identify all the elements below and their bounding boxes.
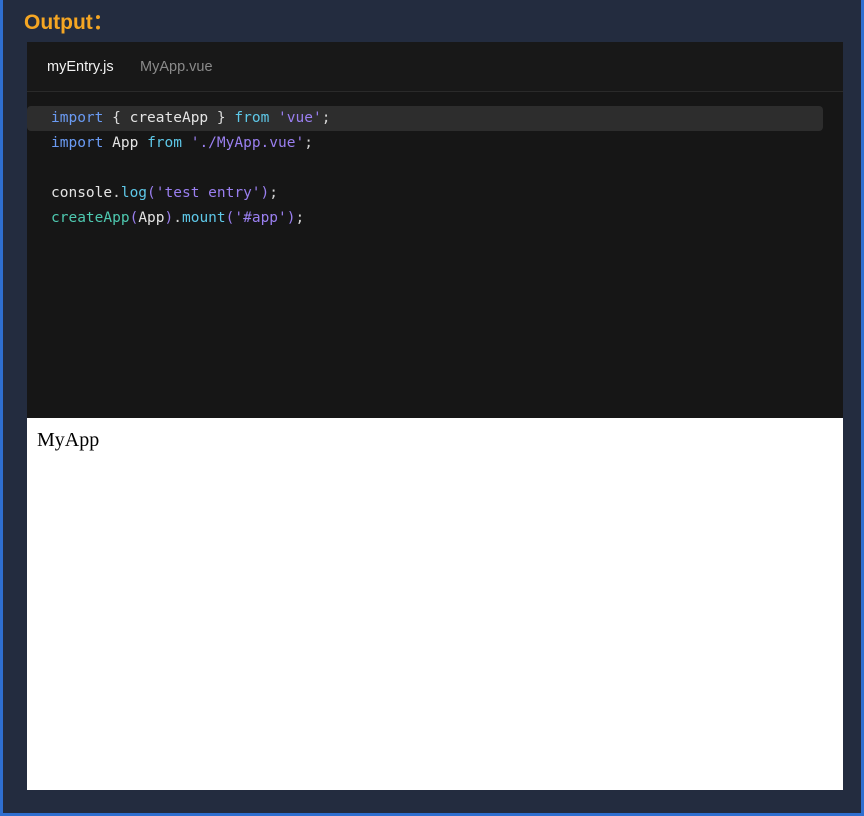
code-token: App: [138, 210, 165, 226]
code-token: ;: [269, 185, 279, 201]
code-token: import: [51, 135, 104, 151]
code-token: console: [51, 185, 113, 201]
code-token: import: [51, 110, 104, 126]
code-token: './MyApp.vue': [190, 135, 305, 151]
code-token: ;: [321, 110, 331, 126]
output-frame: Output： myEntry.js MyApp.vue import { cr…: [0, 0, 864, 816]
code-token: ): [164, 210, 174, 226]
code-token: createApp: [51, 210, 130, 226]
preview-app-heading: MyApp: [37, 429, 100, 451]
code-lines: import { createApp } from 'vue'; import A…: [27, 106, 843, 231]
code-token: 'vue': [278, 110, 322, 126]
code-token: }: [216, 110, 226, 126]
code-token: '#app': [234, 210, 287, 226]
code-token: ;: [295, 210, 305, 226]
page-title: Output：: [24, 11, 114, 34]
code-token: {: [112, 110, 121, 126]
tab-myentry-js[interactable]: myEntry.js: [47, 57, 114, 77]
code-token: from: [147, 135, 182, 151]
code-line: console.log('test entry');: [27, 181, 843, 206]
code-token: createApp: [129, 110, 209, 126]
code-token: (: [129, 210, 139, 226]
code-token: ): [286, 210, 296, 226]
code-token: 'test entry': [155, 185, 261, 201]
code-line: import App from './MyApp.vue';: [27, 131, 843, 156]
tab-myapp-vue[interactable]: MyApp.vue: [140, 57, 213, 77]
editor-tab-strip: myEntry.js MyApp.vue: [27, 42, 843, 92]
code-token: log: [120, 185, 148, 201]
code-token: from: [234, 110, 270, 126]
code-token: App: [112, 135, 139, 151]
code-token: ;: [304, 135, 313, 151]
code-line: import { createApp } from 'vue';: [27, 106, 823, 131]
code-token: .: [112, 185, 121, 201]
code-token: mount: [181, 210, 226, 226]
code-token: .: [173, 210, 182, 226]
code-token: ): [260, 185, 270, 201]
code-token: (: [147, 185, 156, 201]
code-line: createApp(App).mount('#app');: [27, 206, 843, 231]
code-content-area[interactable]: import { createApp } from 'vue'; import A…: [27, 92, 843, 418]
preview-result-panel: MyApp: [27, 418, 843, 790]
code-editor-panel: myEntry.js MyApp.vue import { createApp …: [27, 42, 843, 418]
